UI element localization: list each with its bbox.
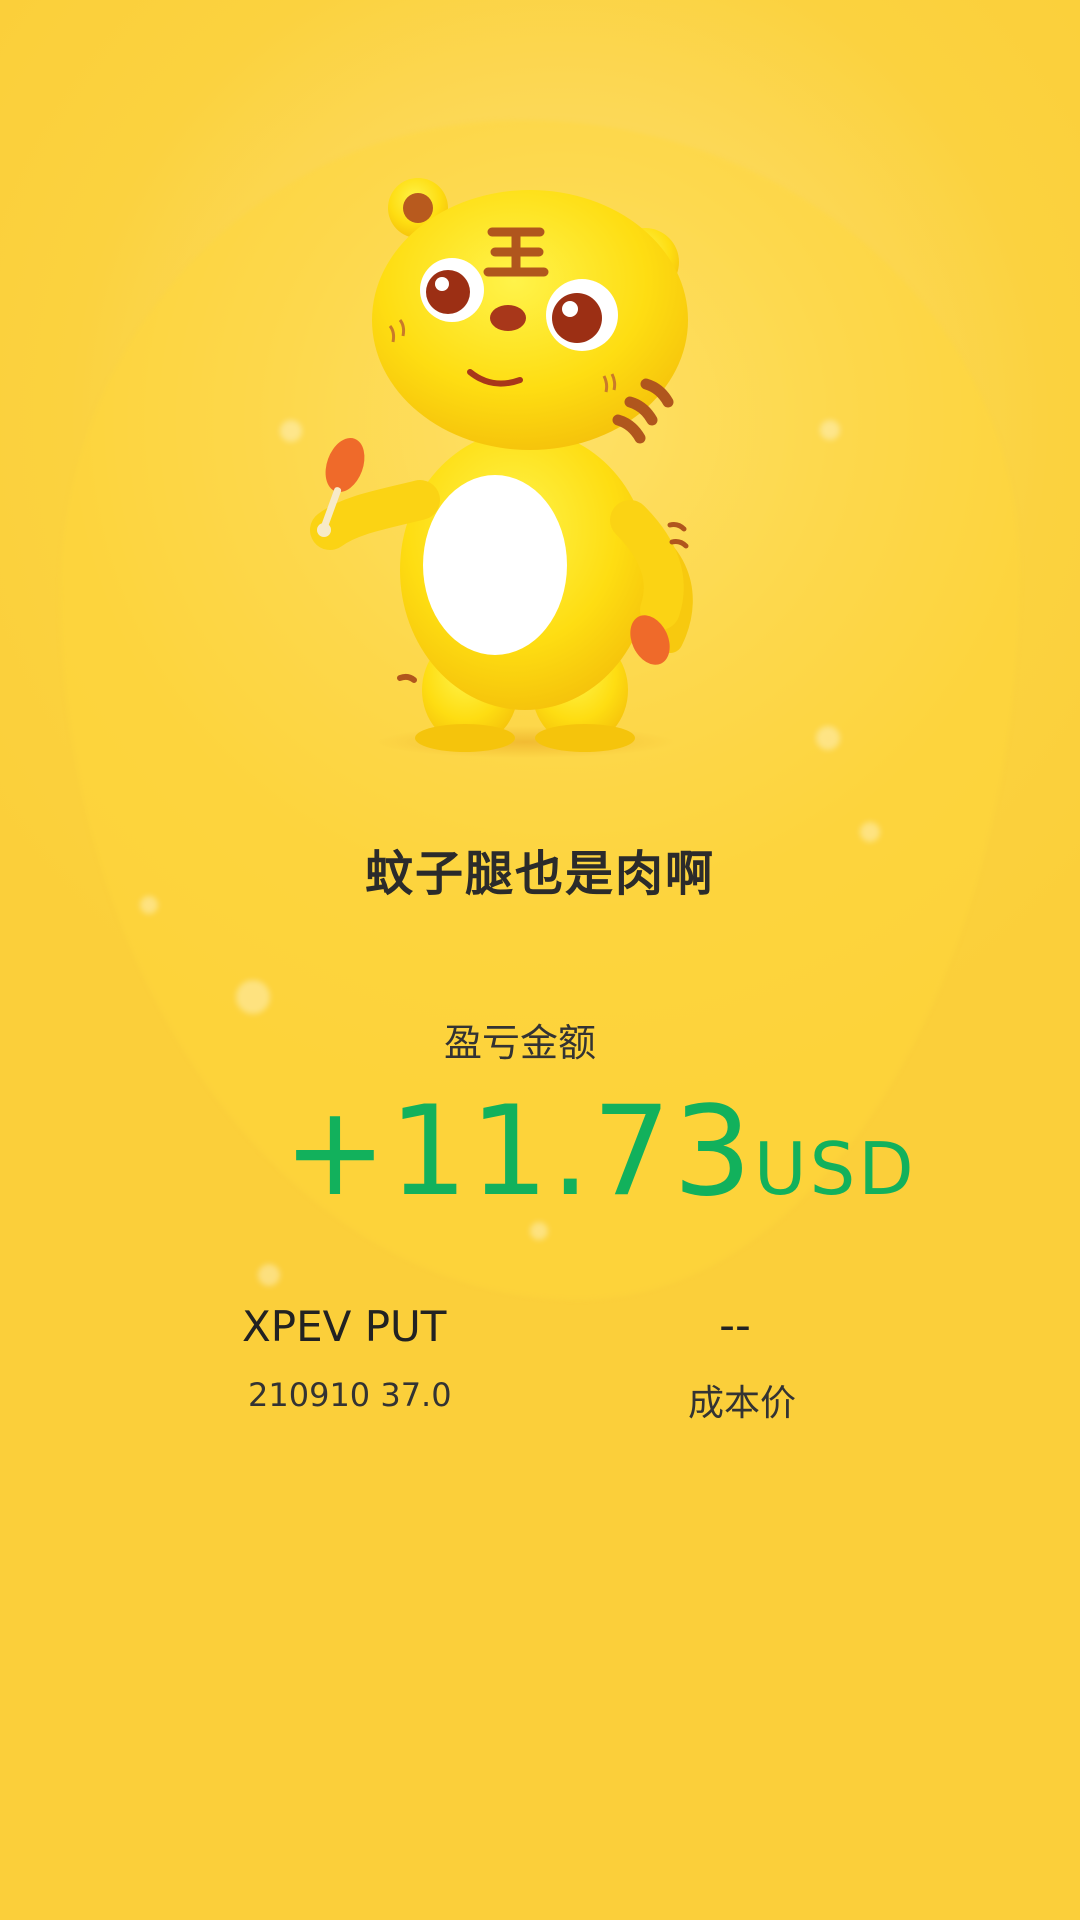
pl-currency: USD (753, 1127, 917, 1211)
pl-label: 盈亏金额 (443, 1021, 596, 1065)
cost-price-label: 成本价 (688, 1383, 797, 1424)
bokeh-dot (816, 726, 840, 750)
option-symbol: XPEV PUT (242, 1302, 447, 1351)
option-contract: 210910 37.0 (248, 1376, 452, 1414)
bokeh-dot (530, 1222, 548, 1240)
slogan-text: 蚊子腿也是肉啊 (364, 846, 715, 902)
tiger-mascot-icon (310, 178, 693, 758)
bokeh-dot (820, 420, 840, 440)
bokeh-dot (280, 420, 302, 442)
pl-value: +11.73 (283, 1080, 754, 1224)
cost-price-value: -- (719, 1300, 751, 1351)
pl-amount: +11.73USD (283, 1080, 917, 1224)
bokeh-dot (258, 1264, 280, 1286)
bokeh-dot (236, 980, 270, 1014)
